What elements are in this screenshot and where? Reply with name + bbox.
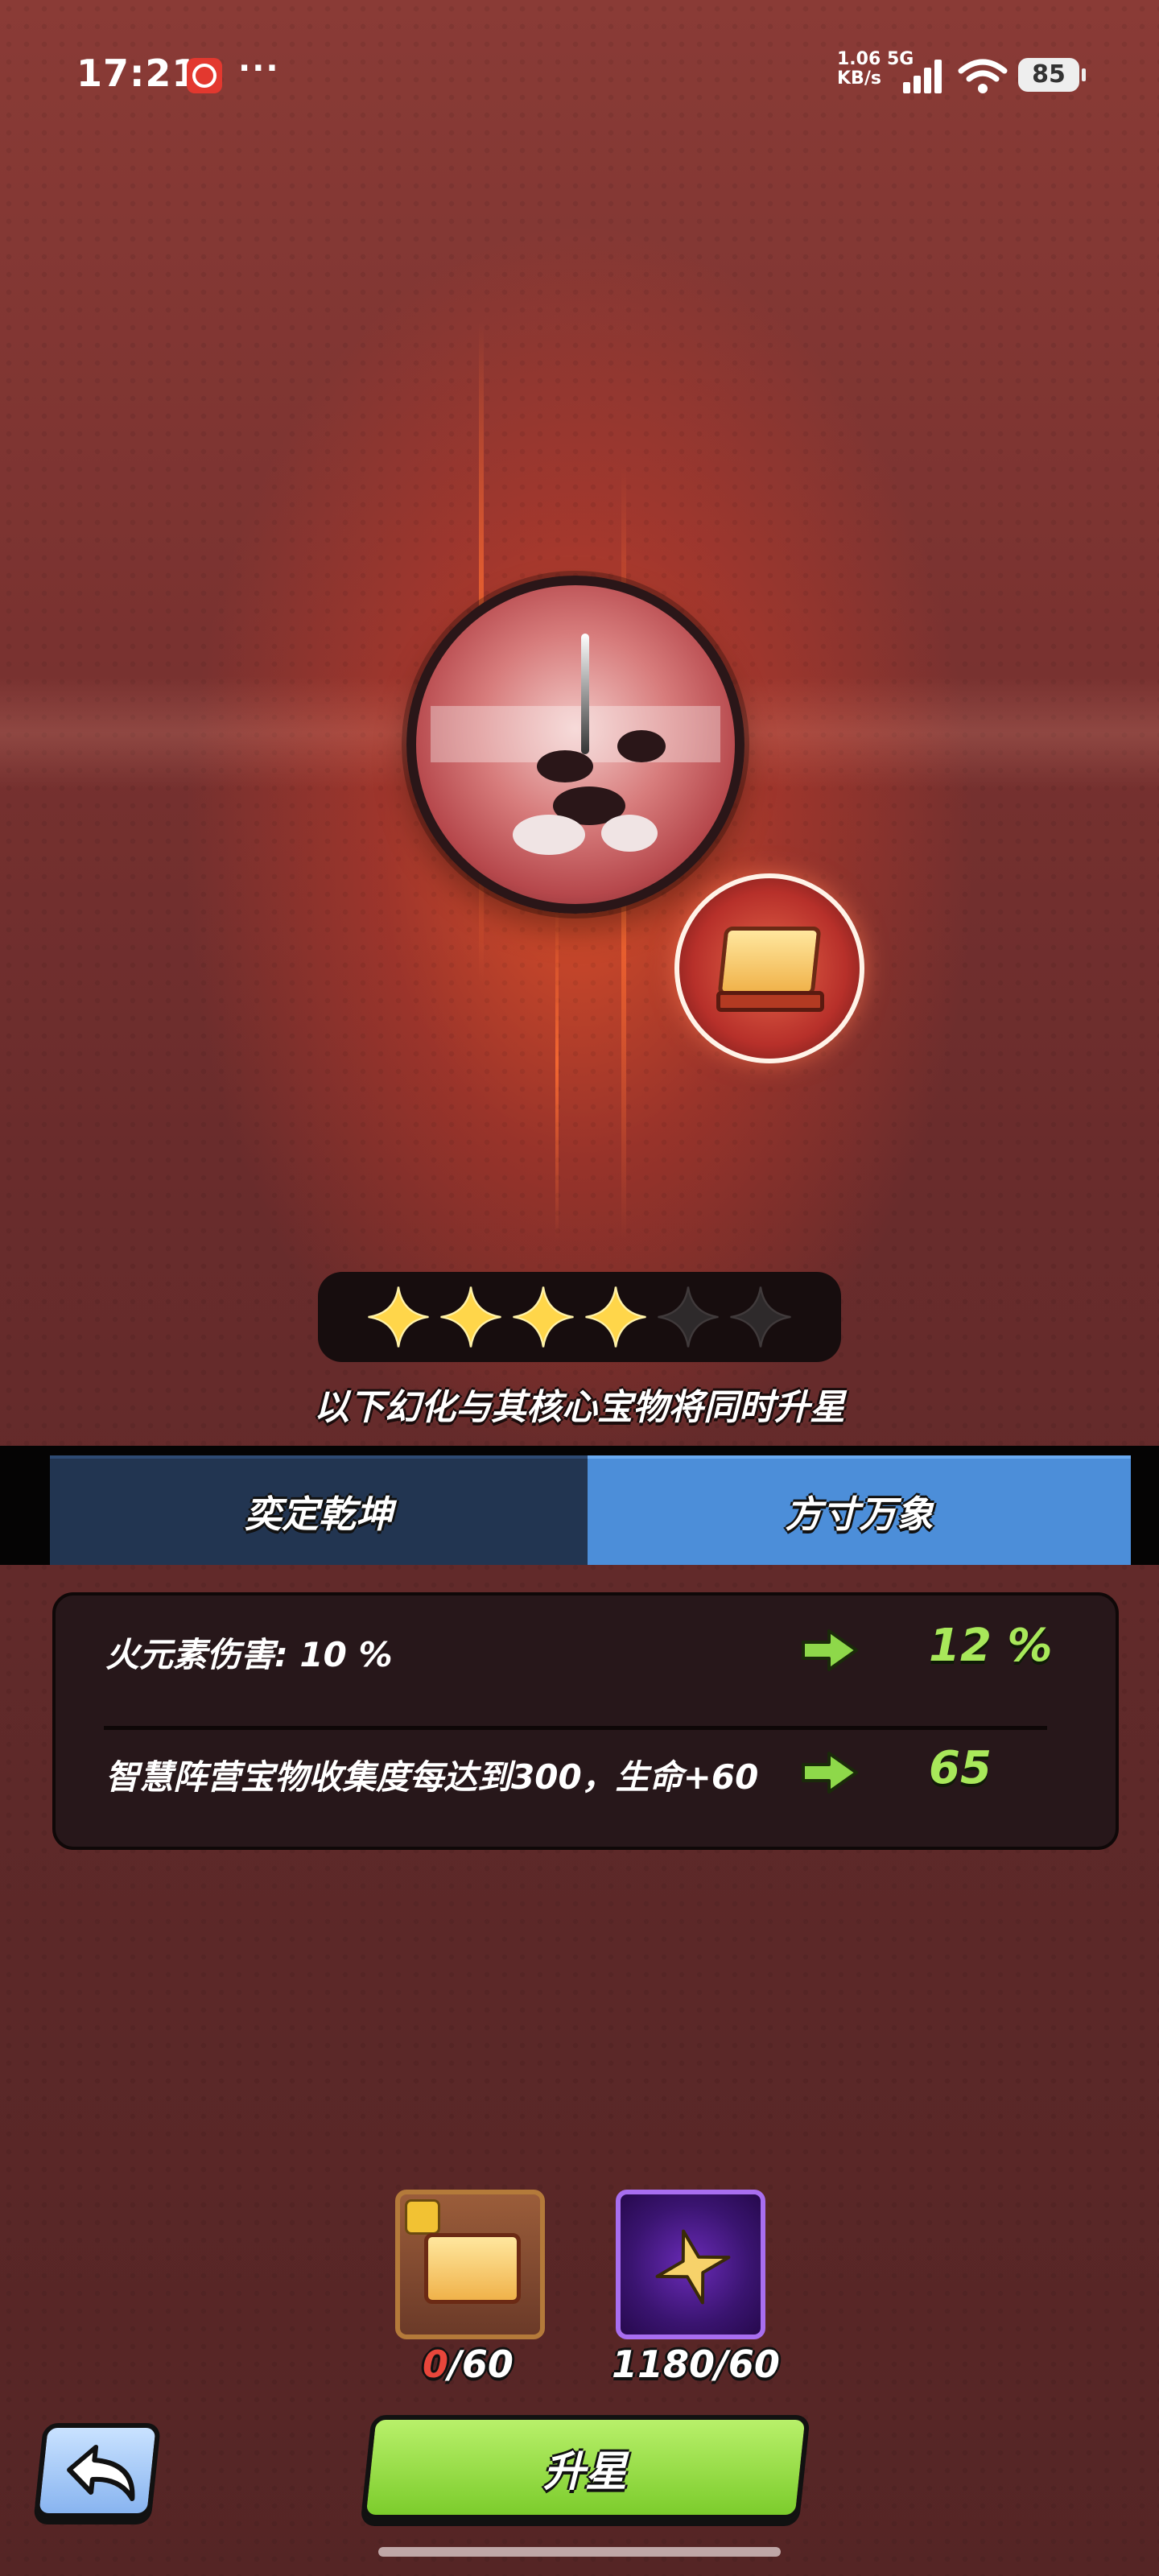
arrow-right-icon [802,1752,858,1794]
star-filled-icon [368,1286,429,1348]
cost-star-material[interactable] [616,2190,765,2339]
tab-yidingqiankun[interactable]: 奕定乾坤 [50,1455,588,1565]
home-indicator[interactable] [378,2547,781,2557]
stat-row: 智慧阵营宝物收集度每达到300，生命+60 65 [56,1718,1116,1823]
cost-have: 0 [423,2343,449,2386]
orb-pin [581,634,589,754]
status-bar: 17:21 ··· 1.06 5G KB/s 85 [0,48,1159,113]
star-filled-icon [513,1286,574,1348]
star-empty-icon [658,1286,719,1348]
cost-count-star: 1180/60 [612,2343,780,2386]
status-time: 17:21 [76,52,199,95]
orb-piece [513,815,585,855]
tab-strip: 奕定乾坤 方寸万象 [0,1446,1159,1565]
network-speed-value: 1.06 [837,49,881,69]
cost-need: /60 [715,2343,780,2386]
stat-new-value: 65 [929,1742,992,1794]
star-material-icon [655,2229,731,2305]
network-speed-unit: KB/s [837,68,881,89]
cost-treasure-fragment[interactable] [395,2190,545,2339]
back-button[interactable] [33,2423,162,2518]
star-filled-icon [440,1286,501,1348]
back-arrow-icon [67,2445,135,2501]
stat-label: 火元素伤害: 10 % [105,1635,393,1674]
stat-row: 火元素伤害: 10 % 12 % [56,1596,1116,1700]
arrow-right-icon [802,1629,858,1671]
star-filled-icon [585,1286,646,1348]
core-treasure-badge [674,873,864,1063]
treasure-stand [716,991,824,1012]
puzzle-icon [405,2199,440,2235]
orb-piece [601,815,658,852]
notification-app-icon [187,58,222,93]
cost-count-fragment: 0/60 [423,2343,514,2386]
star-empty-icon [730,1286,791,1348]
battery-icon: 85 [1018,58,1086,92]
tab-fangcunwanxiang[interactable]: 方寸万象 [588,1455,1131,1565]
cost-have: 1180 [612,2343,716,2386]
cost-need: /60 [448,2343,514,2386]
stat-label: 智慧阵营宝物收集度每达到300，生命+60 [105,1757,759,1797]
stat-new-value: 12 % [929,1620,1053,1672]
star-rating [318,1272,841,1362]
light-beam [555,886,559,1240]
orb-piece [617,730,666,762]
upgrade-notice: 以下幻化与其核心宝物将同时升星 [314,1387,845,1428]
orb-piece [537,750,593,782]
wifi-icon [958,59,1008,93]
skin-orb [406,576,744,914]
treasure-board-icon [424,2233,521,2304]
treasure-board-icon [717,927,822,996]
status-more-icon: ··· [238,50,280,87]
upgrade-star-button[interactable]: 升星 [361,2415,810,2520]
signal-icon [903,58,948,93]
upgrade-star-label: 升星 [543,2447,628,2496]
stats-panel: 火元素伤害: 10 % 12 % 智慧阵营宝物收集度每达到300，生命+60 6… [52,1592,1119,1850]
